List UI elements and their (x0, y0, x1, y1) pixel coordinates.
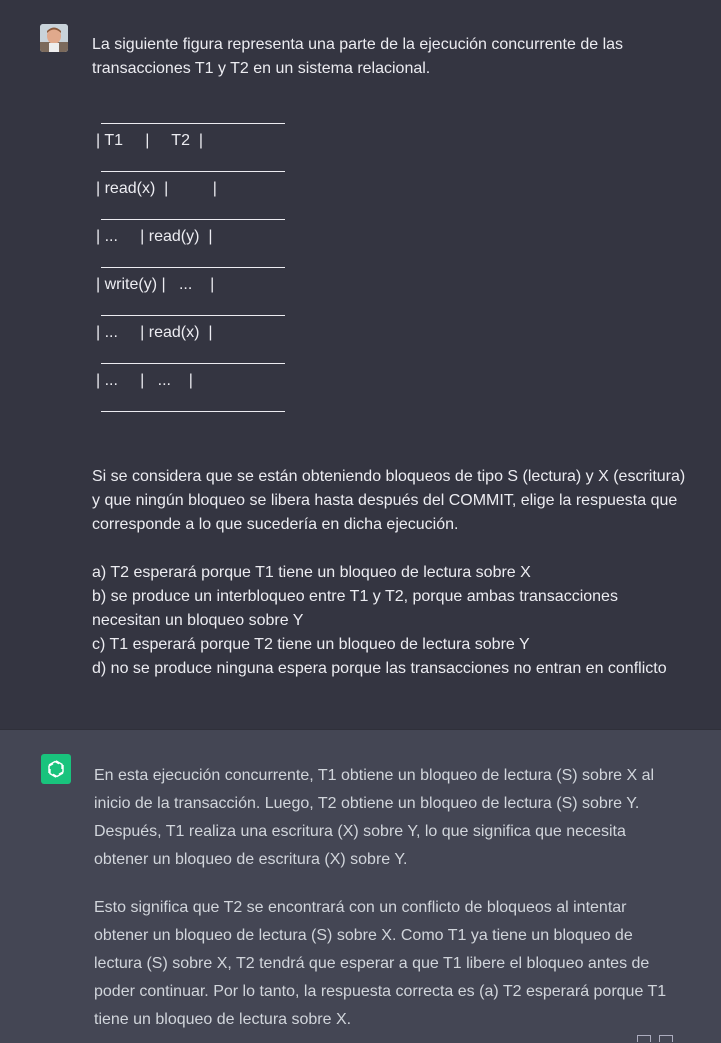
openai-logo-icon (41, 754, 71, 784)
table-rule (101, 267, 285, 268)
table-line: | ... | ... | (96, 371, 193, 391)
table-line: | T1 | T2 | (96, 131, 203, 151)
table-rule (101, 219, 285, 220)
option-d: d) no se produce ninguna espera porque l… (92, 657, 692, 681)
copy-icon[interactable] (659, 1035, 673, 1042)
table-line: | write(y) | ... | (96, 275, 214, 295)
table-line: | ... | read(y) | (96, 227, 213, 247)
user-avatar-icon (40, 24, 68, 52)
assistant-paragraph-1: En esta ejecución concurrente, T1 obtien… (94, 762, 684, 874)
question-text: Si se considera que se están obteniendo … (92, 465, 692, 537)
table-line: | ... | read(x) | (96, 323, 213, 343)
table-line: | read(x) | | (96, 179, 217, 199)
table-rule (101, 315, 285, 316)
thumbs-up-icon[interactable] (637, 1035, 651, 1042)
assistant-paragraph-2: Esto significa que T2 se encontrará con … (94, 894, 684, 1034)
message-actions (637, 1036, 677, 1042)
table-rule (101, 411, 285, 412)
option-b: b) se produce un interbloqueo entre T1 y… (92, 585, 692, 609)
table-rule (101, 123, 285, 124)
intro-text: La siguiente figura representa una parte… (92, 33, 692, 81)
option-c: c) T1 esperará porque T2 tiene un bloque… (92, 633, 692, 657)
option-b-continued: necesitan un bloqueo sobre Y (92, 609, 692, 633)
table-rule (101, 171, 285, 172)
table-rule (101, 363, 285, 364)
option-a: a) T2 esperará porque T1 tiene un bloque… (92, 561, 692, 585)
